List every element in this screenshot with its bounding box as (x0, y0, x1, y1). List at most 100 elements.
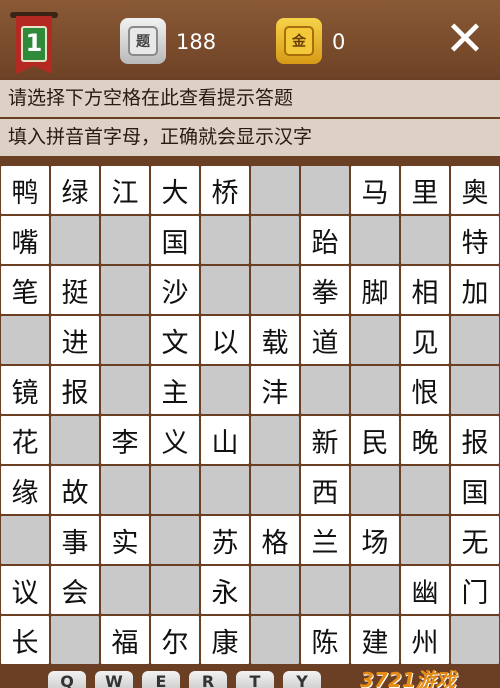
board-cell[interactable]: 门 (451, 566, 499, 614)
board-cell-empty[interactable] (201, 216, 249, 264)
board-cell[interactable]: 特 (451, 216, 499, 264)
board-cell-empty[interactable] (401, 516, 449, 564)
board-cell[interactable]: 载 (251, 316, 299, 364)
board-cell[interactable]: 山 (201, 416, 249, 464)
board-cell[interactable]: 以 (201, 316, 249, 364)
board-cell[interactable]: 会 (51, 566, 99, 614)
letter-key[interactable]: Y (283, 671, 321, 688)
board-cell[interactable]: 脚 (351, 266, 399, 314)
board-cell[interactable]: 绿 (51, 166, 99, 214)
board-cell[interactable]: 加 (451, 266, 499, 314)
board-cell[interactable]: 挺 (51, 266, 99, 314)
board-cell-empty[interactable] (201, 366, 249, 414)
board-cell-empty[interactable] (151, 566, 199, 614)
board-cell[interactable]: 康 (201, 616, 249, 664)
board-cell[interactable]: 报 (451, 416, 499, 464)
letter-key[interactable]: T (236, 671, 274, 688)
board-cell[interactable]: 缘 (1, 466, 49, 514)
board-cell[interactable]: 晚 (401, 416, 449, 464)
board-cell[interactable]: 桥 (201, 166, 249, 214)
board-cell-empty[interactable] (151, 466, 199, 514)
board-cell[interactable]: 跆 (301, 216, 349, 264)
board-cell[interactable]: 里 (401, 166, 449, 214)
letter-key[interactable]: Q (48, 671, 86, 688)
board-cell-empty[interactable] (401, 466, 449, 514)
board-cell-empty[interactable] (101, 266, 149, 314)
board-cell[interactable]: 实 (101, 516, 149, 564)
board-cell[interactable]: 相 (401, 266, 449, 314)
board-cell-empty[interactable] (351, 566, 399, 614)
board-cell-empty[interactable] (451, 316, 499, 364)
board-cell[interactable]: 义 (151, 416, 199, 464)
board-cell[interactable]: 事 (51, 516, 99, 564)
board-cell[interactable]: 福 (101, 616, 149, 664)
close-button[interactable]: ✕ (440, 14, 490, 64)
board-cell-empty[interactable] (51, 416, 99, 464)
board-cell-empty[interactable] (401, 216, 449, 264)
board-cell[interactable]: 长 (1, 616, 49, 664)
board-cell-empty[interactable] (201, 266, 249, 314)
board-cell-empty[interactable] (251, 466, 299, 514)
board-cell-empty[interactable] (101, 216, 149, 264)
board-cell[interactable]: 民 (351, 416, 399, 464)
board-cell[interactable]: 主 (151, 366, 199, 414)
board-cell[interactable]: 奥 (451, 166, 499, 214)
board-cell-empty[interactable] (101, 566, 149, 614)
board-cell[interactable]: 见 (401, 316, 449, 364)
board-cell[interactable]: 嘴 (1, 216, 49, 264)
board-cell[interactable]: 议 (1, 566, 49, 614)
board-cell-empty[interactable] (301, 366, 349, 414)
board-cell-empty[interactable] (351, 216, 399, 264)
board-cell[interactable]: 州 (401, 616, 449, 664)
board-cell-empty[interactable] (251, 266, 299, 314)
board-cell[interactable]: 花 (1, 416, 49, 464)
board-cell[interactable]: 西 (301, 466, 349, 514)
board-cell[interactable]: 国 (151, 216, 199, 264)
board-cell-empty[interactable] (451, 616, 499, 664)
board-cell-empty[interactable] (51, 216, 99, 264)
board-cell[interactable]: 幽 (401, 566, 449, 614)
board-cell[interactable]: 尔 (151, 616, 199, 664)
board-cell[interactable]: 苏 (201, 516, 249, 564)
board-cell-empty[interactable] (251, 166, 299, 214)
board-cell[interactable]: 拳 (301, 266, 349, 314)
board-cell[interactable]: 进 (51, 316, 99, 364)
board-cell-empty[interactable] (251, 566, 299, 614)
board-cell[interactable]: 大 (151, 166, 199, 214)
board-cell[interactable]: 永 (201, 566, 249, 614)
board-cell-empty[interactable] (201, 466, 249, 514)
board-cell-empty[interactable] (51, 616, 99, 664)
board-cell-empty[interactable] (351, 316, 399, 364)
board-cell-empty[interactable] (301, 566, 349, 614)
board-cell-empty[interactable] (301, 166, 349, 214)
board-cell-empty[interactable] (1, 316, 49, 364)
board-cell-empty[interactable] (251, 216, 299, 264)
board-cell[interactable]: 鸭 (1, 166, 49, 214)
board-cell-empty[interactable] (101, 366, 149, 414)
board-cell-empty[interactable] (101, 316, 149, 364)
board-cell[interactable]: 沣 (251, 366, 299, 414)
board-cell[interactable]: 道 (301, 316, 349, 364)
level-banner[interactable]: 1 (10, 4, 58, 78)
board-cell[interactable]: 国 (451, 466, 499, 514)
board-cell-empty[interactable] (101, 466, 149, 514)
board-cell[interactable]: 无 (451, 516, 499, 564)
board-cell[interactable]: 报 (51, 366, 99, 414)
letter-key[interactable]: R (189, 671, 227, 688)
board-cell[interactable]: 兰 (301, 516, 349, 564)
board-cell-empty[interactable] (251, 616, 299, 664)
board-cell[interactable]: 沙 (151, 266, 199, 314)
board-cell[interactable]: 马 (351, 166, 399, 214)
board-cell-empty[interactable] (451, 366, 499, 414)
board-cell[interactable]: 镜 (1, 366, 49, 414)
board-cell[interactable]: 恨 (401, 366, 449, 414)
board-cell-empty[interactable] (151, 516, 199, 564)
board-cell-empty[interactable] (351, 366, 399, 414)
board-cell[interactable]: 李 (101, 416, 149, 464)
board-cell[interactable]: 文 (151, 316, 199, 364)
board-cell[interactable]: 陈 (301, 616, 349, 664)
board-cell[interactable]: 故 (51, 466, 99, 514)
board-cell[interactable]: 建 (351, 616, 399, 664)
board-cell[interactable]: 江 (101, 166, 149, 214)
board-cell-empty[interactable] (351, 466, 399, 514)
